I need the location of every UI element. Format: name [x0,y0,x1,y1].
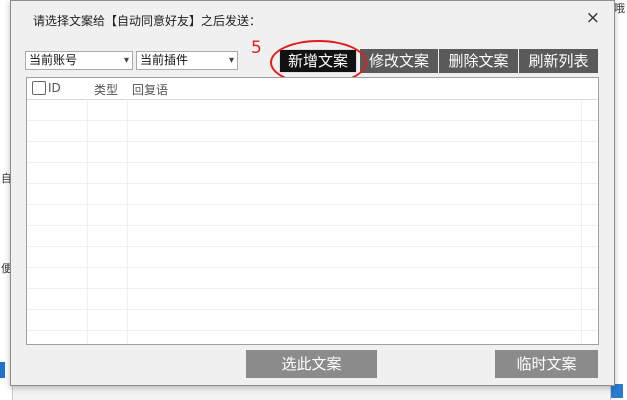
grid-line [27,120,598,121]
grid-line [127,99,128,344]
account-select[interactable]: 当前账号 ▾ [25,51,133,70]
plugin-select-value: 当前插件 [140,53,189,67]
account-select-value: 当前账号 [29,53,78,67]
table-header: ID 类型 回复语 [27,78,598,100]
grid-line [581,99,582,344]
column-header-id: ID [48,81,61,95]
grid-line [27,141,598,142]
background-blue-marker [0,362,5,378]
grid-line [27,246,598,247]
grid-line [27,309,598,310]
select-all-checkbox[interactable] [32,81,46,95]
grid-line [27,288,598,289]
background-blue-marker [611,384,623,398]
grid-line [27,267,598,268]
grid-line [27,162,598,163]
chevron-down-icon: ▾ [228,55,234,66]
dialog-titlebar: 请选择文案给【自动同意好友】之后发送： × [11,1,614,37]
column-header-reply: 回复语 [132,83,169,97]
grid-line [27,225,598,226]
plugin-select[interactable]: 当前插件 ▾ [136,51,238,70]
delete-copy-button[interactable]: 删除文案 [439,49,518,73]
grid-line [87,99,88,344]
select-copy-dialog: 请选择文案给【自动同意好友】之后发送： × 当前账号 ▾ 当前插件 ▾ 5 新增… [10,0,615,386]
copy-table: ID 类型 回复语 [26,77,599,345]
refresh-list-button[interactable]: 刷新列表 [519,49,598,73]
edit-copy-button[interactable]: 修改文案 [360,49,438,73]
chevron-down-icon: ▾ [123,55,129,66]
grid-line [27,204,598,205]
grid-line [27,330,598,331]
background-text: 哦 [614,2,625,15]
dialog-title: 请选择文案给【自动同意好友】之后发送： [33,14,262,28]
temporary-copy-button[interactable]: 临时文案 [495,350,598,378]
column-header-type: 类型 [94,83,119,97]
step-number-annotation: 5 [251,38,262,58]
select-copy-button[interactable]: 选此文案 [246,350,377,378]
grid-line [27,183,598,184]
close-icon[interactable]: × [586,8,600,28]
